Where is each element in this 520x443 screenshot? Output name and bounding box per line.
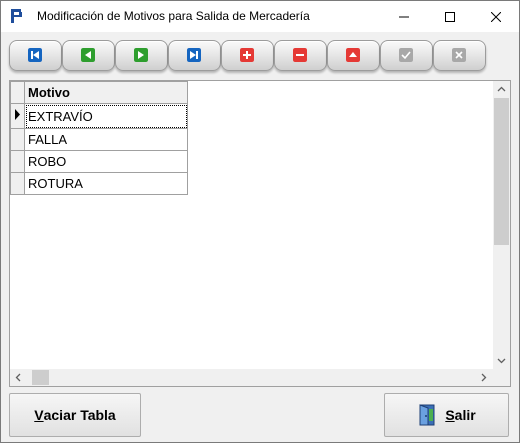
insert-record-button[interactable] xyxy=(221,40,274,71)
window-title: Modificación de Motivos para Salida de M… xyxy=(37,9,310,23)
maximize-button[interactable] xyxy=(427,1,473,32)
prior-record-icon xyxy=(81,48,95,62)
exit-door-icon xyxy=(419,404,435,426)
table-row[interactable]: EXTRAVÍO xyxy=(10,103,188,129)
next-record-icon xyxy=(134,48,148,62)
scrollbar-corner xyxy=(493,369,510,386)
salir-button[interactable]: Salir xyxy=(384,393,509,437)
grid-table: Motivo EXTRAVÍO FALLA ROBO ROTURA xyxy=(10,81,188,195)
table-row[interactable]: ROTURA xyxy=(10,172,188,195)
scroll-right-arrow-icon[interactable] xyxy=(481,373,487,382)
minimize-button[interactable] xyxy=(381,1,427,32)
minus-icon xyxy=(293,48,307,62)
main-window: Modificación de Motivos para Salida de M… xyxy=(0,0,520,443)
row-indicator xyxy=(10,172,25,195)
close-icon xyxy=(491,11,501,22)
vertical-scroll-thumb[interactable] xyxy=(494,98,509,245)
row-indicator xyxy=(10,128,25,151)
last-record-button[interactable] xyxy=(168,40,221,71)
first-record-icon xyxy=(28,48,42,62)
grid-cell-motivo[interactable]: EXTRAVÍO xyxy=(24,103,188,129)
last-record-icon xyxy=(187,48,201,62)
data-grid[interactable]: Motivo EXTRAVÍO FALLA ROBO ROTURA xyxy=(9,80,511,387)
vaciar-accelerator: V xyxy=(34,407,44,423)
up-triangle-icon xyxy=(346,48,360,62)
x-icon xyxy=(452,48,466,62)
plus-icon xyxy=(240,48,254,62)
prior-record-button[interactable] xyxy=(62,40,115,71)
check-icon xyxy=(399,48,413,62)
grid-cell-motivo[interactable]: FALLA xyxy=(24,128,188,151)
header-indicator-cell xyxy=(10,81,25,104)
vaciar-tabla-button[interactable]: Vaciar Tabla xyxy=(9,393,141,437)
salir-accelerator: S xyxy=(445,407,455,423)
grid-cell-motivo[interactable]: ROBO xyxy=(24,150,188,173)
grid-header-row: Motivo xyxy=(10,81,188,104)
horizontal-scroll-thumb[interactable] xyxy=(32,370,49,385)
post-record-button[interactable] xyxy=(380,40,433,71)
horizontal-scrollbar[interactable] xyxy=(10,369,493,386)
current-row-arrow-icon xyxy=(15,109,20,120)
title-bar: Modificación de Motivos para Salida de M… xyxy=(1,1,519,32)
minimize-icon xyxy=(399,16,409,17)
next-record-button[interactable] xyxy=(115,40,168,71)
vertical-scrollbar[interactable] xyxy=(493,81,510,369)
table-row[interactable]: FALLA xyxy=(10,128,188,151)
scroll-down-arrow-icon[interactable] xyxy=(497,358,506,364)
row-indicator xyxy=(10,103,25,129)
table-row[interactable]: ROBO xyxy=(10,150,188,173)
edit-record-button[interactable] xyxy=(327,40,380,71)
first-record-button[interactable] xyxy=(9,40,62,71)
column-header-motivo[interactable]: Motivo xyxy=(24,81,188,104)
scroll-left-arrow-icon[interactable] xyxy=(15,373,21,382)
scroll-up-arrow-icon[interactable] xyxy=(497,86,506,92)
delete-record-button[interactable] xyxy=(274,40,327,71)
grid-cell-motivo[interactable]: ROTURA xyxy=(24,172,188,195)
row-indicator xyxy=(10,150,25,173)
close-button[interactable] xyxy=(473,1,519,32)
salir-label: alir xyxy=(454,407,476,423)
cancel-record-button[interactable] xyxy=(433,40,486,71)
vaciar-label: aciar Tabla xyxy=(43,407,116,423)
maximize-icon xyxy=(445,11,455,22)
app-icon xyxy=(11,9,22,23)
